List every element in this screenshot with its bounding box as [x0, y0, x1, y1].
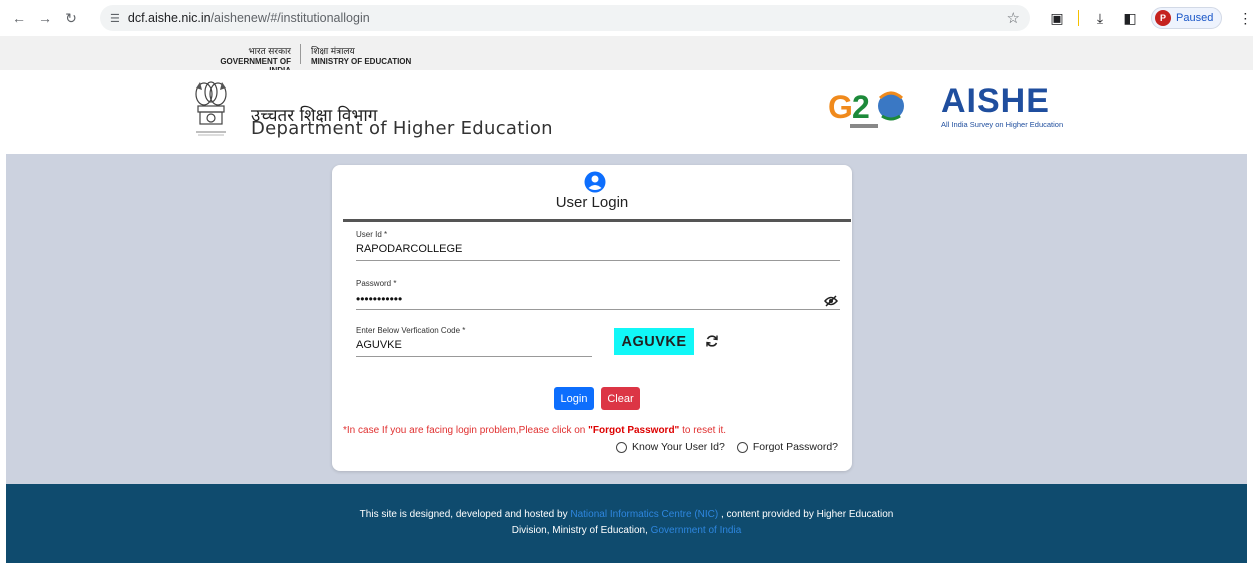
user-id-label: User Id *: [356, 230, 388, 239]
footer-line-1: This site is designed, developed and hos…: [6, 509, 1247, 520]
profile-status: Paused: [1176, 12, 1214, 24]
main-content: User Login User Id * RAPODARCOLLEGE Pass…: [6, 154, 1247, 484]
ministry-hi: शिक्षा मंत्रालय: [311, 46, 355, 56]
know-user-id-radio[interactable]: [616, 441, 627, 453]
verification-code-input[interactable]: AGUVKE: [356, 339, 592, 353]
aishe-title: AISHE: [941, 82, 1050, 120]
g20-logo-icon: G 2: [828, 89, 904, 128]
svg-text:2: 2: [852, 89, 870, 125]
verification-code-label: Enter Below Verfication Code *: [356, 326, 466, 335]
site-settings-icon[interactable]: ☰: [110, 12, 120, 25]
footer-text-1a: This site is designed, developed and hos…: [359, 509, 571, 520]
clear-button[interactable]: Clear: [601, 387, 640, 410]
user-id-underline: [356, 260, 840, 261]
eye-slash-icon[interactable]: [824, 295, 838, 307]
profile-button[interactable]: P Paused: [1151, 7, 1223, 29]
user-account-icon: [584, 171, 606, 193]
footer-line-2: Division, Ministry of Education, Governm…: [6, 525, 1247, 536]
gov-divider: [300, 44, 301, 64]
toolbar-divider: [1078, 10, 1079, 26]
login-card: User Login User Id * RAPODARCOLLEGE Pass…: [332, 165, 852, 471]
note-suffix: to reset it.: [679, 425, 726, 436]
svg-text:G: G: [828, 89, 853, 125]
gov-hi: भारत सरकार: [248, 46, 291, 56]
password-input[interactable]: •••••••••••: [356, 292, 840, 306]
side-panel-icon[interactable]: ◧: [1121, 10, 1139, 27]
title-divider: [343, 219, 851, 222]
download-icon[interactable]: ⤓: [1091, 10, 1109, 27]
national-emblem-icon: [195, 81, 227, 136]
nic-link[interactable]: National Informatics Centre (NIC): [570, 509, 718, 520]
site-footer: This site is designed, developed and hos…: [6, 484, 1247, 563]
browser-actions: ▣ ⤓ ◧ P Paused ⋮: [1048, 7, 1252, 29]
login-button[interactable]: Login: [554, 387, 594, 410]
forgot-password-radio[interactable]: [736, 441, 748, 453]
site-header: उच्चतर शिक्षा विभाग Department of Higher…: [0, 70, 1253, 154]
url-path: /aishenew/#/institutionallogin: [210, 11, 370, 25]
footer-text-1b: , content provided by Higher Education: [718, 509, 894, 520]
forgot-password-label[interactable]: Forgot Password?: [753, 441, 838, 453]
verification-code-field[interactable]: Enter Below Verfication Code * AGUVKE: [356, 326, 592, 357]
gov-bar: भारत सरकार GOVERNMENT OF INDIA शिक्षा मं…: [0, 36, 1253, 75]
help-options: Know Your User Id? Forgot Password?: [616, 441, 838, 453]
user-id-field[interactable]: User Id * RAPODARCOLLEGE: [356, 230, 840, 261]
reload-icon[interactable]: ↻: [60, 7, 82, 29]
browser-toolbar: ← → ↻ ☰ dcf.aishe.nic.in/aishenew/#/inst…: [0, 0, 1253, 36]
avatar: P: [1155, 10, 1171, 26]
url-host: dcf.aishe.nic.in: [127, 11, 211, 25]
note-prefix: *In case If you are facing login problem…: [343, 425, 589, 436]
aishe-subtitle: All India Survey on Higher Education: [941, 120, 1064, 129]
password-field[interactable]: Password * •••••••••••: [356, 279, 840, 310]
user-id-input[interactable]: RAPODARCOLLEGE: [356, 243, 840, 257]
department-name-english: Department of Higher Education: [251, 118, 553, 139]
ministry: शिक्षा मंत्रालय MINISTRY OF EDUCATION: [311, 44, 411, 66]
verification-code-underline: [356, 356, 592, 357]
menu-kebab-icon[interactable]: ⋮: [1238, 10, 1252, 27]
address-bar[interactable]: ☰ dcf.aishe.nic.in/aishenew/#/institutio…: [100, 5, 1030, 31]
footer-text-2a: Division, Ministry of Education,: [511, 525, 651, 536]
back-arrow-icon[interactable]: ←: [8, 7, 30, 29]
password-underline: [356, 309, 840, 310]
password-label: Password *: [356, 279, 397, 288]
know-user-id-label[interactable]: Know Your User Id?: [632, 441, 725, 453]
aishe-logo: AISHE All India Survey on Higher Educati…: [941, 84, 1063, 129]
extensions-icon[interactable]: ▣: [1048, 10, 1066, 27]
government-of-india-link[interactable]: Government of India: [651, 525, 742, 536]
captcha-image: AGUVKE: [614, 328, 694, 355]
ministry-en: MINISTRY OF EDUCATION: [311, 57, 412, 66]
login-help-note: *In case If you are facing login problem…: [343, 425, 726, 436]
bookmark-star-icon[interactable]: ☆: [1007, 9, 1020, 27]
note-forgot-password: "Forgot Password": [588, 425, 680, 436]
forward-arrow-icon[interactable]: →: [34, 7, 56, 29]
refresh-captcha-icon[interactable]: [705, 334, 719, 348]
login-title: User Login: [555, 194, 629, 211]
